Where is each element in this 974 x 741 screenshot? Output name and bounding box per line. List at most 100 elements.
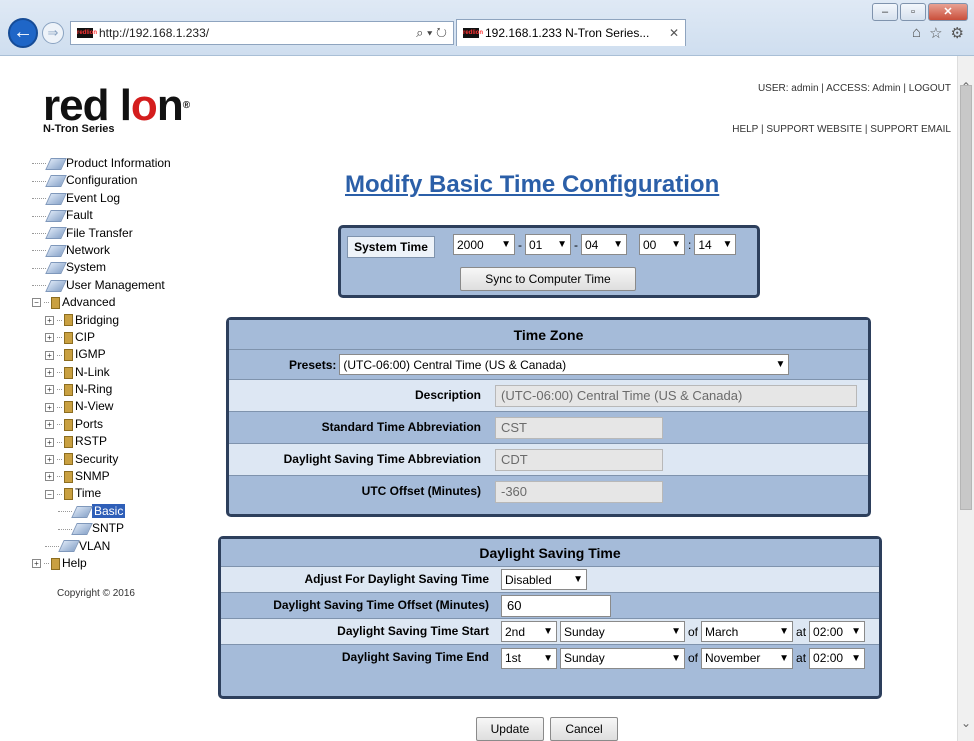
dst-start-row: Daylight Saving Time Start 2nd ▼ Sunday ▼ … xyxy=(221,619,879,645)
dst-end-week-select[interactable]: 1st ▼ xyxy=(501,647,557,669)
update-button[interactable]: Update xyxy=(476,717,544,741)
std-abbr-row: Standard Time Abbreviation CST xyxy=(229,412,868,444)
dst-end-row: Daylight Saving Time End 1st ▼ Sunday ▼ of… xyxy=(221,645,879,671)
dst-title: Daylight Saving Time xyxy=(221,539,879,567)
tree-item-n-link[interactable]: + N-Link xyxy=(32,364,222,381)
tree-item-time[interactable]: − Time xyxy=(32,485,222,502)
system-time-selects: 2000 ▼ - 01 ▼ - 04 ▼ 00 ▼ : 14 ▼ xyxy=(453,234,737,255)
description-row: Description (UTC-06:00) Central Time (US… xyxy=(229,380,868,412)
chevron-down-icon: ▼ xyxy=(722,239,733,250)
back-button[interactable]: ← xyxy=(8,18,38,48)
minute-select[interactable]: 14 ▼ xyxy=(694,234,737,255)
dst-start-month-select[interactable]: March ▼ xyxy=(701,621,794,642)
help-links-bar[interactable]: HELP | SUPPORT WEBSITE | SUPPORT EMAIL xyxy=(732,124,951,135)
forward-button[interactable]: ⇒ xyxy=(42,22,64,44)
tree-item-system[interactable]: System xyxy=(32,259,222,276)
time-zone-panel: Time Zone Presets: (UTC-06:00) Central T… xyxy=(226,317,871,517)
chevron-down-icon: ▼ xyxy=(671,652,681,664)
settings-gear-icon[interactable]: ⚙ xyxy=(951,24,964,42)
expand-icon[interactable]: + xyxy=(45,402,54,412)
tree-item-network[interactable]: Network xyxy=(32,242,222,259)
tree-item-bridging[interactable]: + Bridging xyxy=(32,312,222,329)
dst-end-day-select[interactable]: Sunday ▼ xyxy=(560,647,685,669)
folder-icon xyxy=(64,470,73,483)
expand-icon[interactable]: + xyxy=(45,385,54,395)
hour-select[interactable]: 00 ▼ xyxy=(639,234,685,255)
tree-item-snmp[interactable]: + SNMP xyxy=(32,468,222,485)
presets-row: Presets: (UTC-06:00) Central Time (US & … xyxy=(229,350,868,380)
tab-close-icon[interactable]: ✕ xyxy=(669,26,679,40)
browser-tab[interactable]: redlion 192.168.1.233 N-Tron Series... ✕ xyxy=(456,19,686,46)
maximize-button[interactable]: ▫ xyxy=(900,3,926,21)
dst-offset-input[interactable]: 60 xyxy=(501,594,611,617)
scroll-thumb[interactable] xyxy=(960,85,972,510)
tree-item-label: Configuration xyxy=(66,173,138,188)
chevron-down-icon: ▼ xyxy=(851,652,862,664)
collapse-icon[interactable]: − xyxy=(45,489,54,499)
dst-start-week-select[interactable]: 2nd ▼ xyxy=(501,621,557,642)
chevron-down-icon: ▼ xyxy=(671,239,681,250)
user-access-bar[interactable]: USER: admin | ACCESS: Admin | LOGOUT xyxy=(758,83,951,94)
home-icon[interactable]: ⌂ xyxy=(912,24,921,42)
tree-item-label: Help xyxy=(62,555,87,570)
scroll-down-icon[interactable]: ⌄ xyxy=(958,716,974,730)
tree-item-label: System xyxy=(66,260,107,275)
expand-icon[interactable]: + xyxy=(45,333,54,343)
expand-icon[interactable]: + xyxy=(45,472,54,482)
dst-start-at-text: at xyxy=(796,624,807,639)
cancel-button[interactable]: Cancel xyxy=(550,717,618,741)
tree-item-product-information[interactable]: Product Information xyxy=(32,155,222,172)
tree-item-advanced[interactable]: − Advanced xyxy=(32,294,222,311)
expand-icon[interactable]: + xyxy=(32,559,41,569)
expand-icon[interactable]: + xyxy=(45,437,54,447)
tree-item-n-ring[interactable]: + N-Ring xyxy=(32,381,222,398)
tree-item-sntp[interactable]: SNTP xyxy=(32,520,222,537)
vertical-scrollbar[interactable]: ⌃ ⌄ xyxy=(957,56,974,741)
page-title: Modify Basic Time Configuration xyxy=(345,171,720,198)
dst-end-month-select[interactable]: November ▼ xyxy=(701,647,794,669)
tree-item-cip[interactable]: + CIP xyxy=(32,329,222,346)
presets-select[interactable]: (UTC-06:00) Central Time (US & Canada) ▼ xyxy=(339,354,790,375)
expand-icon[interactable]: + xyxy=(45,368,54,378)
tree-item-configuration[interactable]: Configuration xyxy=(32,172,222,189)
expand-icon[interactable]: + xyxy=(45,454,54,464)
dst-start-time-select[interactable]: 02:00 ▼ xyxy=(809,621,866,642)
tree-item-igmp[interactable]: + IGMP xyxy=(32,346,222,363)
tree-item-label: Product Information xyxy=(66,156,171,170)
dst-end-time-select[interactable]: 02:00 ▼ xyxy=(809,647,866,669)
year-select[interactable]: 2000 ▼ xyxy=(453,234,515,255)
expand-icon[interactable]: + xyxy=(45,350,54,360)
expand-icon[interactable]: + xyxy=(45,420,54,430)
favorites-star-icon[interactable]: ☆ xyxy=(929,24,942,42)
collapse-icon[interactable]: − xyxy=(32,298,41,308)
close-window-button[interactable]: ✕ xyxy=(928,3,968,21)
dst-adjust-select[interactable]: Disabled ▼ xyxy=(501,569,587,590)
folder-icon xyxy=(51,557,60,570)
day-select[interactable]: 04 ▼ xyxy=(581,234,627,255)
tree-item-file-transfer[interactable]: File Transfer xyxy=(32,225,222,242)
tree-item-basic[interactable]: Basic xyxy=(32,503,222,520)
tree-item-label: Fault xyxy=(66,208,93,223)
tree-item-user-management[interactable]: User Management xyxy=(32,277,222,294)
tree-item-n-view[interactable]: + N-View xyxy=(32,398,222,415)
search-refresh-icon[interactable]: ⌕ ▾ ↻ xyxy=(416,25,447,41)
chevron-down-icon: ▼ xyxy=(613,239,623,250)
sync-to-computer-time-button[interactable]: Sync to Computer Time xyxy=(460,267,636,291)
expand-icon[interactable]: + xyxy=(45,315,54,325)
red-lion-logo: red lon® N-Tron Series xyxy=(43,84,190,136)
tree-item-help[interactable]: + Help xyxy=(32,555,222,572)
dst-adjust-row: Adjust For Daylight Saving Time Disabled… xyxy=(221,567,879,593)
minimize-button[interactable]: – xyxy=(872,3,898,21)
address-url[interactable]: http://192.168.1.233/ xyxy=(99,26,416,40)
tree-item-ports[interactable]: + Ports xyxy=(32,416,222,433)
tree-item-vlan[interactable]: VLAN xyxy=(32,538,222,555)
tree-item-event-log[interactable]: Event Log xyxy=(32,190,222,207)
tree-item-security[interactable]: + Security xyxy=(32,451,222,468)
tree-item-rstp[interactable]: + RSTP xyxy=(32,433,222,450)
dst-start-label: Daylight Saving Time Start xyxy=(221,619,495,644)
dst-start-day-select[interactable]: Sunday ▼ xyxy=(560,621,685,642)
tree-item-fault[interactable]: Fault xyxy=(32,207,222,224)
page-icon xyxy=(71,523,93,536)
address-bar[interactable]: redlion http://192.168.1.233/ ⌕ ▾ ↻ xyxy=(70,21,454,45)
month-select[interactable]: 01 ▼ xyxy=(525,234,571,255)
